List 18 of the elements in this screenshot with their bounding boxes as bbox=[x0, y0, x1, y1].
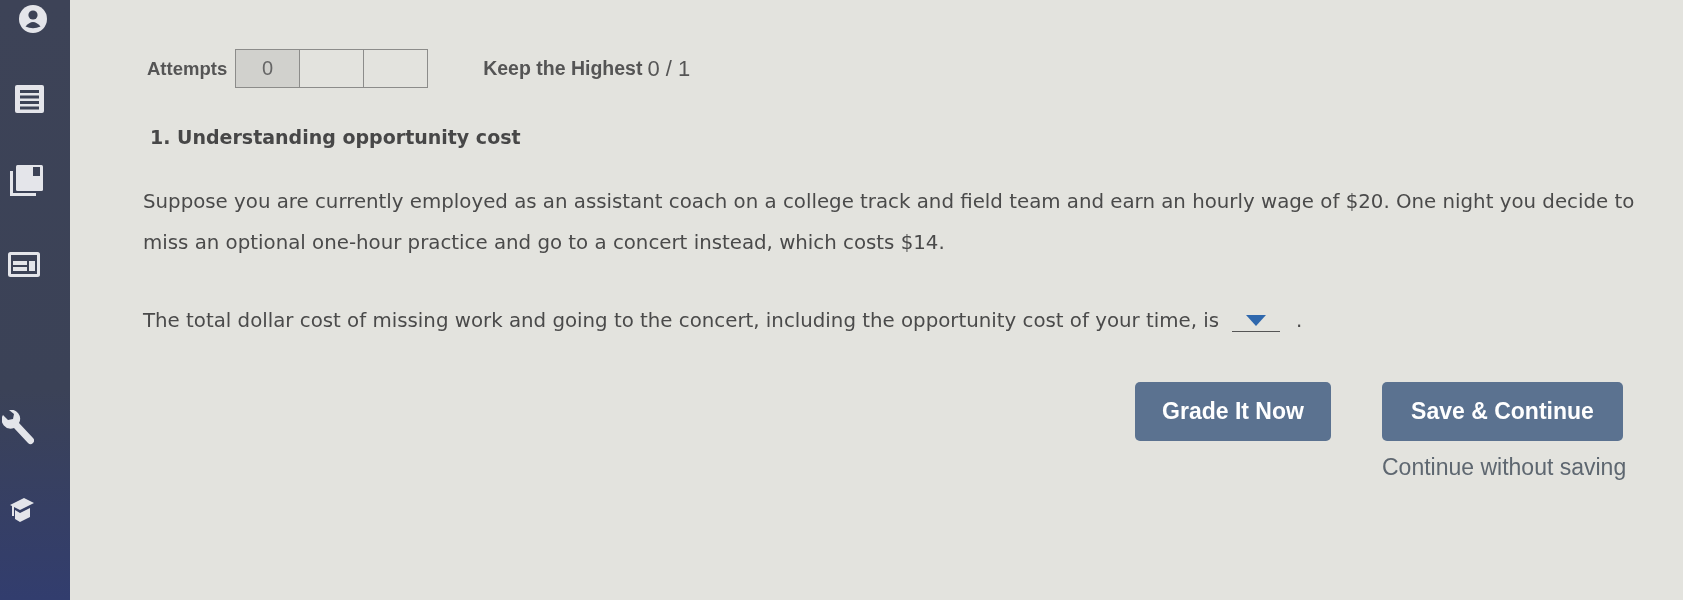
graduation-cap-icon[interactable] bbox=[10, 496, 34, 523]
layout-icon[interactable] bbox=[8, 252, 40, 277]
question-title: 1. Understanding opportunity cost bbox=[150, 125, 521, 149]
policy-label: Keep the Highest bbox=[483, 57, 643, 80]
wrench-icon[interactable] bbox=[2, 410, 34, 446]
question-text: Suppose you are currently employed as an assistant coach on a college track and field team and earn an hourly wage of $20. One night you decide to miss an optional one-hour practice and go to a concert instead, which costs $14. bbox=[143, 189, 1636, 256]
save-button[interactable]: Save & Continue bbox=[1382, 382, 1623, 441]
period-text: . bbox=[1296, 308, 1303, 334]
attempt-box: 0 bbox=[235, 49, 301, 88]
grade-button[interactable]: Grade It Now bbox=[1135, 382, 1331, 441]
score-text: 0 / 1 bbox=[647, 55, 691, 82]
stacked-pages-icon[interactable] bbox=[10, 165, 43, 196]
prompt-text: The total dollar cost of missing work and going to the concert, including the opportunity cost of your time, is bbox=[143, 308, 1220, 334]
attempts-label: Attempts bbox=[147, 57, 228, 80]
caret-icon bbox=[1246, 314, 1267, 326]
continue-link[interactable]: Continue without saving bbox=[1382, 455, 1627, 479]
document-icon[interactable] bbox=[15, 85, 44, 113]
user-icon[interactable] bbox=[19, 5, 47, 33]
